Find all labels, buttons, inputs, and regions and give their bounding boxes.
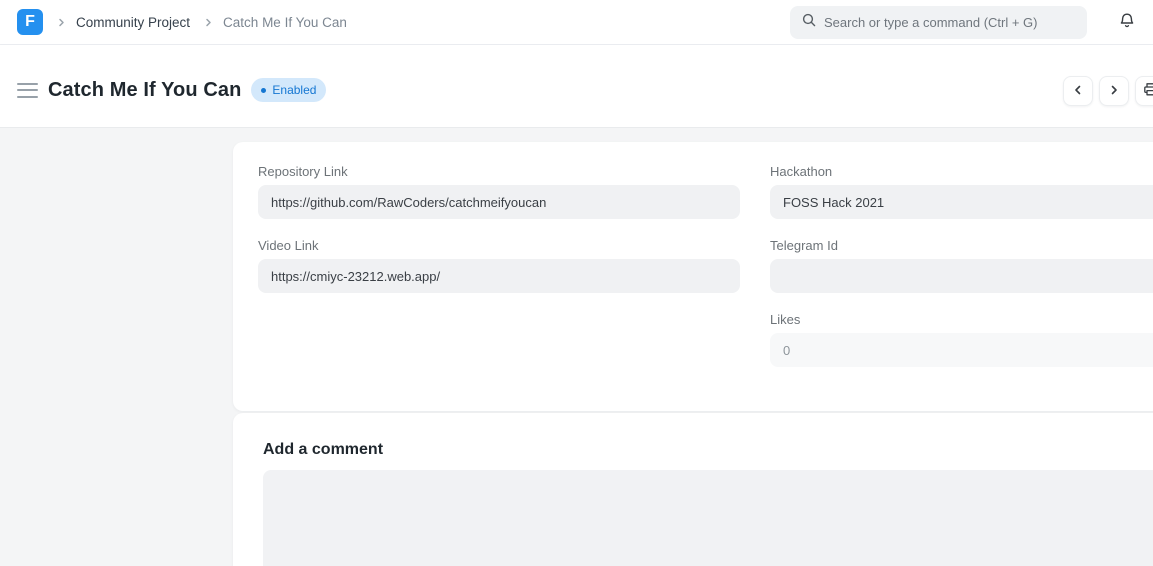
global-search[interactable] [790, 6, 1087, 39]
form-details-card: Repository Link Video Link Hackathon Tel… [233, 142, 1153, 411]
field-likes: Likes [770, 312, 1153, 367]
chevron-right-icon [1108, 84, 1120, 99]
frappe-logo-letter: F [25, 13, 35, 31]
repository-link-label: Repository Link [258, 164, 740, 179]
field-repository-link: Repository Link [258, 164, 740, 219]
comment-input[interactable] [263, 470, 1153, 566]
page-head: Catch Me If You Can Enabled [0, 45, 1153, 128]
top-navbar: F Community Project Catch Me If You Can [0, 0, 1153, 45]
video-link-label: Video Link [258, 238, 740, 253]
printer-icon [1143, 82, 1153, 100]
page-body: Repository Link Video Link Hackathon Tel… [0, 128, 1153, 566]
comment-heading: Add a comment [263, 441, 1153, 459]
chevron-right-icon [204, 18, 213, 27]
previous-document-button[interactable] [1063, 76, 1093, 106]
breadcrumb-current[interactable]: Catch Me If You Can [223, 15, 347, 30]
sidebar-toggle-button[interactable] [17, 83, 38, 98]
video-link-input[interactable] [258, 259, 740, 293]
likes-input [770, 333, 1153, 367]
comment-card: Add a comment [233, 413, 1153, 566]
chevron-right-icon [57, 18, 66, 27]
print-button[interactable] [1135, 76, 1153, 106]
status-dot-icon [261, 88, 266, 93]
breadcrumb-parent[interactable]: Community Project [76, 15, 190, 30]
page-title: Catch Me If You Can [48, 79, 241, 102]
telegram-id-input[interactable] [770, 259, 1153, 293]
search-icon [802, 13, 816, 32]
hackathon-label: Hackathon [770, 164, 1153, 179]
likes-label: Likes [770, 312, 1153, 327]
notifications-button[interactable] [1118, 12, 1136, 33]
search-input[interactable] [824, 15, 1075, 30]
hackathon-input[interactable] [770, 185, 1153, 219]
telegram-id-label: Telegram Id [770, 238, 1153, 253]
repository-link-input[interactable] [258, 185, 740, 219]
form-column-right: Hackathon Telegram Id Likes [770, 164, 1153, 386]
chevron-left-icon [1072, 84, 1084, 99]
status-badge-label: Enabled [272, 83, 316, 97]
next-document-button[interactable] [1099, 76, 1129, 106]
status-badge: Enabled [251, 78, 326, 102]
bell-icon [1118, 12, 1136, 33]
menu-icon [17, 83, 38, 85]
field-video-link: Video Link [258, 238, 740, 293]
form-column-left: Repository Link Video Link [258, 164, 740, 386]
field-hackathon: Hackathon [770, 164, 1153, 219]
field-telegram-id: Telegram Id [770, 238, 1153, 293]
frappe-logo[interactable]: F [17, 9, 43, 35]
